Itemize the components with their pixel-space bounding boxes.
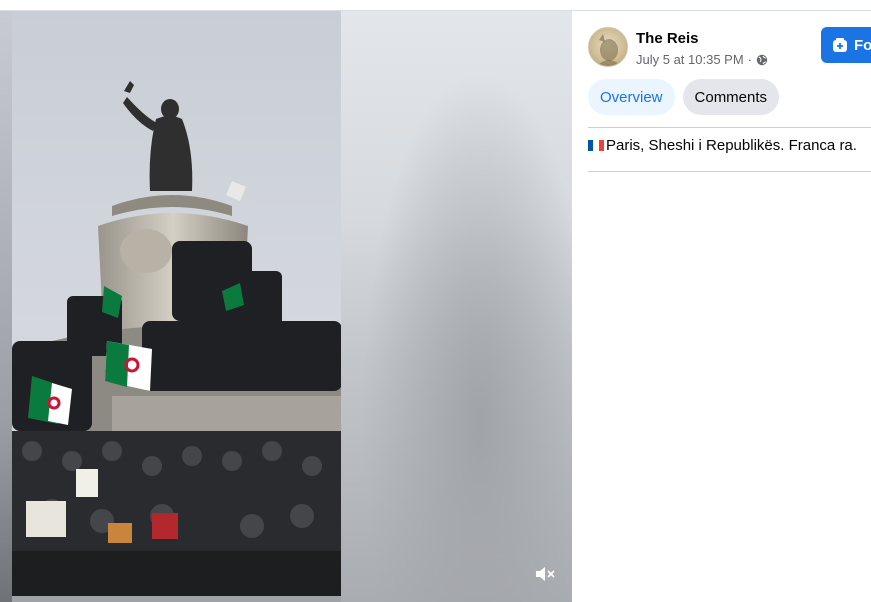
- video-still-image: [12, 11, 341, 596]
- author-name[interactable]: The Reis: [636, 30, 699, 47]
- flag-france-icon: [588, 140, 604, 151]
- divider-top: [588, 127, 871, 128]
- tab-comments[interactable]: Comments: [682, 79, 780, 115]
- divider-bottom: [588, 171, 871, 172]
- speaker-muted-icon: [536, 567, 555, 581]
- follow-page-icon: [833, 38, 847, 52]
- mute-button[interactable]: [532, 563, 558, 585]
- video-player[interactable]: [0, 11, 572, 602]
- post-caption: Paris, Sheshi i Republikës. Franca ra.: [588, 137, 857, 154]
- follow-button[interactable]: Fo: [821, 27, 871, 63]
- meta-separator: ·: [747, 52, 753, 67]
- follow-button-label: Fo: [854, 36, 871, 54]
- post-tabs: Overview Comments: [588, 79, 780, 115]
- post-timestamp[interactable]: July 5 at 10:35 PM: [636, 52, 744, 67]
- tab-overview[interactable]: Overview: [588, 79, 675, 115]
- top-border: [0, 0, 871, 11]
- post-side-panel: The Reis July 5 at 10:35 PM · Fo Overvie…: [572, 11, 871, 602]
- video-blur-left: [0, 11, 12, 602]
- globe-icon: [756, 54, 768, 65]
- post-meta: July 5 at 10:35 PM ·: [636, 52, 768, 67]
- caption-text: Paris, Sheshi i Republikës. Franca ra.: [606, 137, 857, 154]
- video-frame[interactable]: [12, 11, 341, 596]
- video-blur-right: [341, 11, 572, 602]
- avatar-image: [597, 34, 621, 66]
- avatar[interactable]: [588, 27, 628, 67]
